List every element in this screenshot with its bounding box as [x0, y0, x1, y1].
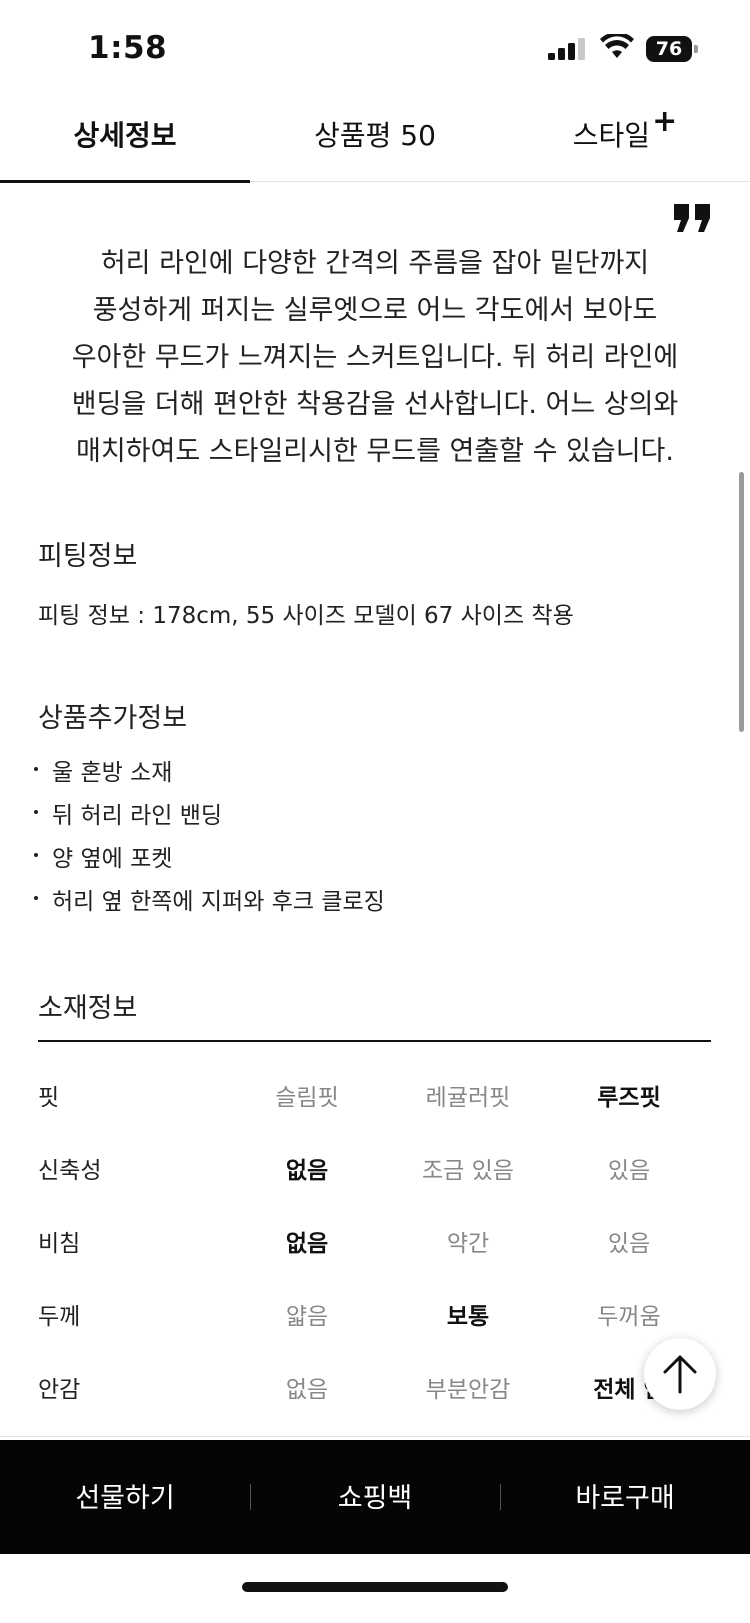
product-description: 허리 라인에 다양한 간격의 주름을 잡아 밑단까지 풍성하게 퍼지는 실루엣으…: [40, 240, 710, 475]
scroll-to-top-button[interactable]: [644, 1338, 716, 1410]
material-option: 약간: [446, 1231, 490, 1257]
tab-style[interactable]: 스타일+: [500, 104, 750, 156]
wifi-icon: [600, 34, 634, 58]
tab-details[interactable]: 상세정보: [0, 116, 250, 156]
tab-bar: 상세정보 상품평 50 스타일+: [0, 96, 750, 183]
material-row-thickness: 두께 얇음 보통 두꺼움: [38, 1279, 711, 1352]
material-table: 핏 슬림핏 레귤러핏 루즈핏 신축성 없음 조금 있음 있음 비침 없음 약간 …: [38, 1060, 711, 1425]
status-time: 1:58: [88, 30, 168, 66]
shopping-bag-button[interactable]: 쇼핑백: [250, 1476, 500, 1515]
list-item: 허리 옆 한쪽에 지퍼와 후크 클로징: [34, 881, 385, 924]
material-row-stretch: 신축성 없음 조금 있음 있음: [38, 1133, 711, 1206]
home-indicator-area: [0, 1554, 750, 1623]
quote-icon: [674, 204, 710, 232]
cellular-signal-icon: [548, 38, 585, 60]
material-row-fit: 핏 슬림핏 레귤러핏 루즈핏: [38, 1060, 711, 1133]
battery-tip: [694, 45, 698, 53]
list-item-text: 뒤 허리 라인 밴딩: [52, 803, 223, 829]
description-line: 우아한 무드가 느껴지는 스커트입니다. 뒤 허리 라인에: [71, 342, 679, 373]
fitting-title: 피팅정보: [38, 541, 138, 572]
material-label: 두께: [38, 1304, 81, 1330]
material-label: 안감: [38, 1377, 81, 1403]
description-line: 허리 라인에 다양한 간격의 주름을 잡아 밑단까지: [100, 248, 650, 279]
list-item: 양 옆에 포켓: [34, 838, 385, 881]
description-line: 풍성하게 퍼지는 실루엣으로 어느 각도에서 보아도: [92, 295, 658, 326]
buy-now-button[interactable]: 바로구매: [500, 1476, 750, 1515]
material-title: 소재정보: [38, 993, 138, 1024]
bullet-dot: [34, 809, 38, 814]
home-indicator[interactable]: [242, 1582, 508, 1592]
scrollbar[interactable]: [739, 472, 744, 732]
list-item: 뒤 허리 라인 밴딩: [34, 795, 385, 838]
material-option: 얇음: [285, 1304, 329, 1330]
bullet-dot: [34, 895, 38, 900]
material-option: 두꺼움: [597, 1304, 661, 1330]
material-label: 핏: [38, 1085, 60, 1111]
bullet-dot: [34, 766, 38, 771]
arrow-up-icon: [663, 1355, 697, 1394]
material-option: 있음: [607, 1158, 651, 1184]
fitting-text: 피팅 정보 : 178cm, 55 사이즈 모델이 67 사이즈 착용: [38, 603, 574, 629]
content-bottom-divider: [0, 1436, 750, 1437]
status-bar: 1:58 76: [0, 0, 750, 96]
tab-reviews[interactable]: 상품평 50: [250, 116, 500, 156]
material-option: 조금 있음: [422, 1158, 514, 1184]
list-item-text: 양 옆에 포켓: [52, 846, 173, 872]
material-option: 레귤러핏: [425, 1085, 511, 1111]
tab-style-plus: +: [652, 104, 678, 139]
material-label: 신축성: [38, 1158, 102, 1184]
material-option: 없음: [285, 1231, 329, 1257]
bottom-action-bar: 선물하기 쇼핑백 바로구매: [0, 1440, 750, 1554]
material-option: 루즈핏: [597, 1085, 661, 1111]
extra-info-title: 상품추가정보: [38, 703, 188, 734]
bullet-dot: [34, 852, 38, 857]
material-option: 없음: [285, 1158, 329, 1184]
tab-active-indicator: [0, 180, 250, 183]
material-option: 보통: [446, 1304, 490, 1330]
list-item: 울 혼방 소재: [34, 752, 385, 795]
material-row-sheerness: 비침 없음 약간 있음: [38, 1206, 711, 1279]
battery-icon: 76: [646, 36, 698, 62]
description-line: 밴딩을 더해 편안한 착용감을 선사합니다. 어느 상의와: [71, 389, 679, 420]
description-line: 매치하여도 스타일리시한 무드를 연출할 수 있습니다.: [76, 436, 674, 467]
material-divider: [38, 1040, 711, 1042]
material-row-lining: 안감 없음 부분안감 전체 안: [38, 1352, 711, 1425]
material-option: 없음: [285, 1377, 329, 1403]
material-label: 비침: [38, 1231, 81, 1257]
material-option: 있음: [607, 1231, 651, 1257]
list-item-text: 허리 옆 한쪽에 지퍼와 후크 클로징: [52, 889, 385, 915]
tab-style-label: 스타일: [572, 119, 651, 152]
list-item-text: 울 혼방 소재: [52, 760, 173, 786]
material-option: 슬림핏: [275, 1085, 339, 1111]
battery-level: 76: [646, 36, 692, 62]
extra-info-list: 울 혼방 소재 뒤 허리 라인 밴딩 양 옆에 포켓 허리 옆 한쪽에 지퍼와 …: [34, 752, 385, 924]
gift-button[interactable]: 선물하기: [0, 1476, 250, 1515]
material-option: 부분안감: [425, 1377, 511, 1403]
